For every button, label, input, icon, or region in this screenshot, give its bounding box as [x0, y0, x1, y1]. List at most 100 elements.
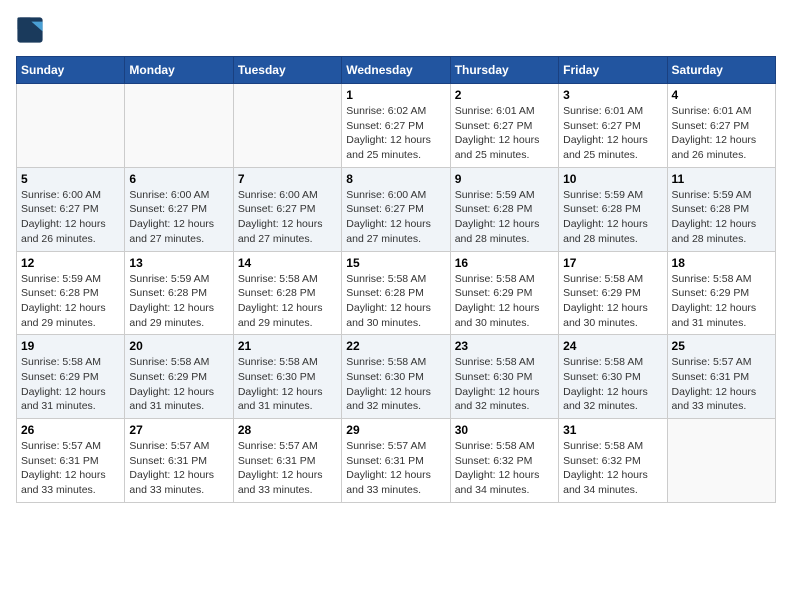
calendar-day-cell: 16 Sunrise: 5:58 AM Sunset: 6:29 PM Dayli… [450, 251, 558, 335]
day-info: Sunrise: 5:58 AM Sunset: 6:29 PM Dayligh… [455, 272, 554, 331]
calendar-header-row: SundayMondayTuesdayWednesdayThursdayFrid… [17, 57, 776, 84]
day-number: 18 [672, 256, 771, 270]
day-number: 12 [21, 256, 120, 270]
day-info: Sunrise: 5:58 AM Sunset: 6:30 PM Dayligh… [346, 355, 445, 414]
calendar-day-cell: 30 Sunrise: 5:58 AM Sunset: 6:32 PM Dayli… [450, 419, 558, 503]
day-number: 29 [346, 423, 445, 437]
day-number: 20 [129, 339, 228, 353]
calendar-day-cell: 27Sunrise: 5:57 AM Sunset: 6:31 PM Dayli… [125, 419, 233, 503]
day-of-week-header: Sunday [17, 57, 125, 84]
day-number: 14 [238, 256, 337, 270]
day-info: Sunrise: 5:58 AM Sunset: 6:28 PM Dayligh… [238, 272, 337, 331]
calendar-day-cell: 14 Sunrise: 5:58 AM Sunset: 6:28 PM Dayli… [233, 251, 341, 335]
day-info: Sunrise: 5:58 AM Sunset: 6:30 PM Dayligh… [238, 355, 337, 414]
calendar-day-cell: 4 Sunrise: 6:01 AM Sunset: 6:27 PM Daylig… [667, 84, 775, 168]
day-info: Sunrise: 6:00 AM Sunset: 6:27 PM Dayligh… [238, 188, 337, 247]
calendar-day-cell: 22 Sunrise: 5:58 AM Sunset: 6:30 PM Dayli… [342, 335, 450, 419]
day-info: Sunrise: 6:00 AM Sunset: 6:27 PM Dayligh… [129, 188, 228, 247]
day-of-week-header: Saturday [667, 57, 775, 84]
calendar-day-cell: 12 Sunrise: 5:59 AM Sunset: 6:28 PM Dayli… [17, 251, 125, 335]
calendar-day-cell: 8Sunrise: 6:00 AM Sunset: 6:27 PM Daylig… [342, 167, 450, 251]
day-info: Sunrise: 6:02 AM Sunset: 6:27 PM Dayligh… [346, 104, 445, 163]
calendar-day-cell: 25Sunrise: 5:57 AM Sunset: 6:31 PM Dayli… [667, 335, 775, 419]
calendar-day-cell: 24 Sunrise: 5:58 AM Sunset: 6:30 PM Dayli… [559, 335, 667, 419]
day-info: Sunrise: 5:58 AM Sunset: 6:29 PM Dayligh… [21, 355, 120, 414]
day-info: Sunrise: 5:57 AM Sunset: 6:31 PM Dayligh… [672, 355, 771, 414]
day-info: Sunrise: 5:58 AM Sunset: 6:29 PM Dayligh… [129, 355, 228, 414]
day-info: Sunrise: 5:58 AM Sunset: 6:30 PM Dayligh… [563, 355, 662, 414]
day-info: Sunrise: 5:58 AM Sunset: 6:29 PM Dayligh… [563, 272, 662, 331]
day-of-week-header: Tuesday [233, 57, 341, 84]
calendar-day-cell: 10 Sunrise: 5:59 AM Sunset: 6:28 PM Dayli… [559, 167, 667, 251]
day-info: Sunrise: 5:57 AM Sunset: 6:31 PM Dayligh… [238, 439, 337, 498]
day-number: 3 [563, 88, 662, 102]
day-info: Sunrise: 5:58 AM Sunset: 6:29 PM Dayligh… [672, 272, 771, 331]
day-of-week-header: Monday [125, 57, 233, 84]
day-info: Sunrise: 5:58 AM Sunset: 6:32 PM Dayligh… [563, 439, 662, 498]
day-number: 4 [672, 88, 771, 102]
calendar-week-row: 12 Sunrise: 5:59 AM Sunset: 6:28 PM Dayli… [17, 251, 776, 335]
calendar-day-cell: 28 Sunrise: 5:57 AM Sunset: 6:31 PM Dayli… [233, 419, 341, 503]
calendar-day-cell: 9 Sunrise: 5:59 AM Sunset: 6:28 PM Daylig… [450, 167, 558, 251]
day-info: Sunrise: 6:01 AM Sunset: 6:27 PM Dayligh… [455, 104, 554, 163]
day-info: Sunrise: 5:59 AM Sunset: 6:28 PM Dayligh… [563, 188, 662, 247]
day-number: 19 [21, 339, 120, 353]
calendar-day-cell: 31 Sunrise: 5:58 AM Sunset: 6:32 PM Dayli… [559, 419, 667, 503]
day-number: 17 [563, 256, 662, 270]
calendar-day-cell: 3 Sunrise: 6:01 AM Sunset: 6:27 PM Daylig… [559, 84, 667, 168]
day-number: 30 [455, 423, 554, 437]
day-number: 2 [455, 88, 554, 102]
calendar-day-cell [233, 84, 341, 168]
day-number: 1 [346, 88, 445, 102]
calendar-day-cell [17, 84, 125, 168]
day-number: 10 [563, 172, 662, 186]
calendar-day-cell: 21 Sunrise: 5:58 AM Sunset: 6:30 PM Dayli… [233, 335, 341, 419]
calendar-day-cell: 26 Sunrise: 5:57 AM Sunset: 6:31 PM Dayli… [17, 419, 125, 503]
calendar-week-row: 26 Sunrise: 5:57 AM Sunset: 6:31 PM Dayli… [17, 419, 776, 503]
logo-icon [16, 16, 44, 44]
day-number: 26 [21, 423, 120, 437]
day-info: Sunrise: 6:01 AM Sunset: 6:27 PM Dayligh… [563, 104, 662, 163]
day-info: Sunrise: 5:59 AM Sunset: 6:28 PM Dayligh… [21, 272, 120, 331]
calendar-day-cell: 7 Sunrise: 6:00 AM Sunset: 6:27 PM Daylig… [233, 167, 341, 251]
day-number: 15 [346, 256, 445, 270]
day-number: 7 [238, 172, 337, 186]
calendar-day-cell: 15Sunrise: 5:58 AM Sunset: 6:28 PM Dayli… [342, 251, 450, 335]
calendar-day-cell: 5Sunrise: 6:00 AM Sunset: 6:27 PM Daylig… [17, 167, 125, 251]
day-number: 24 [563, 339, 662, 353]
day-number: 9 [455, 172, 554, 186]
calendar-day-cell: 6Sunrise: 6:00 AM Sunset: 6:27 PM Daylig… [125, 167, 233, 251]
calendar-day-cell [667, 419, 775, 503]
day-info: Sunrise: 5:58 AM Sunset: 6:32 PM Dayligh… [455, 439, 554, 498]
day-info: Sunrise: 6:01 AM Sunset: 6:27 PM Dayligh… [672, 104, 771, 163]
day-number: 5 [21, 172, 120, 186]
day-info: Sunrise: 5:57 AM Sunset: 6:31 PM Dayligh… [21, 439, 120, 498]
logo [16, 16, 48, 44]
calendar-day-cell: 13Sunrise: 5:59 AM Sunset: 6:28 PM Dayli… [125, 251, 233, 335]
calendar-day-cell: 23Sunrise: 5:58 AM Sunset: 6:30 PM Dayli… [450, 335, 558, 419]
day-of-week-header: Friday [559, 57, 667, 84]
calendar-day-cell: 1 Sunrise: 6:02 AM Sunset: 6:27 PM Daylig… [342, 84, 450, 168]
calendar-day-cell: 17 Sunrise: 5:58 AM Sunset: 6:29 PM Dayli… [559, 251, 667, 335]
day-info: Sunrise: 5:57 AM Sunset: 6:31 PM Dayligh… [346, 439, 445, 498]
calendar-day-cell [125, 84, 233, 168]
day-number: 23 [455, 339, 554, 353]
day-number: 22 [346, 339, 445, 353]
day-number: 13 [129, 256, 228, 270]
calendar-table: SundayMondayTuesdayWednesdayThursdayFrid… [16, 56, 776, 503]
calendar-week-row: 1 Sunrise: 6:02 AM Sunset: 6:27 PM Daylig… [17, 84, 776, 168]
day-number: 31 [563, 423, 662, 437]
day-of-week-header: Thursday [450, 57, 558, 84]
day-number: 11 [672, 172, 771, 186]
calendar-week-row: 5 Sunrise: 6:00 AM Sunset: 6:27 PM Daylig… [17, 167, 776, 251]
day-info: Sunrise: 5:59 AM Sunset: 6:28 PM Dayligh… [672, 188, 771, 247]
day-info: Sunrise: 5:57 AM Sunset: 6:31 PM Dayligh… [129, 439, 228, 498]
day-info: Sunrise: 5:59 AM Sunset: 6:28 PM Dayligh… [455, 188, 554, 247]
day-number: 21 [238, 339, 337, 353]
day-number: 16 [455, 256, 554, 270]
calendar-day-cell: 29 Sunrise: 5:57 AM Sunset: 6:31 PM Dayli… [342, 419, 450, 503]
calendar-day-cell: 2 Sunrise: 6:01 AM Sunset: 6:27 PM Daylig… [450, 84, 558, 168]
day-number: 28 [238, 423, 337, 437]
day-number: 8 [346, 172, 445, 186]
day-of-week-header: Wednesday [342, 57, 450, 84]
